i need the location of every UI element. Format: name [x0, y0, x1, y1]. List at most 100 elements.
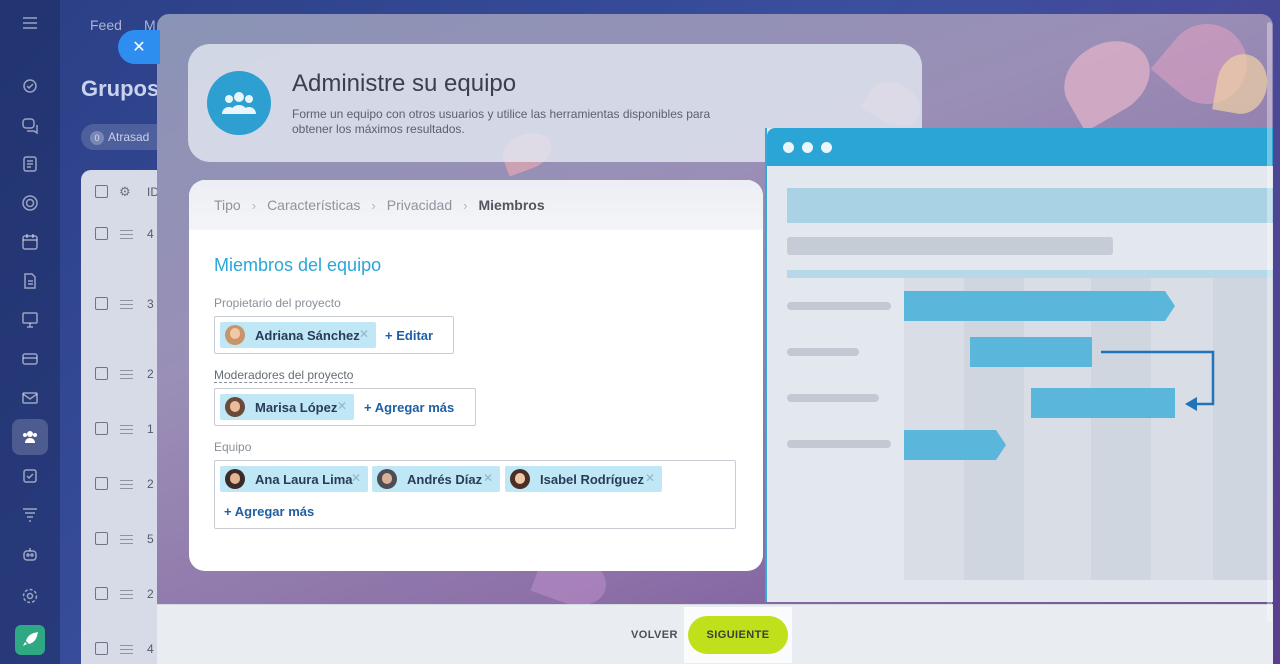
wizard-card: Tipo › Características › Privacidad › Mi…: [189, 180, 763, 571]
back-button[interactable]: VOLVER: [631, 629, 678, 641]
header-description: Forme un equipo con otros usuarios y uti…: [292, 107, 711, 136]
member-name: Isabel Rodríguez: [540, 471, 645, 487]
row-checkbox[interactable]: [95, 642, 108, 655]
next-button-highlight: SIGUIENTE: [684, 607, 792, 663]
hamburger-icon[interactable]: [120, 370, 133, 379]
row-checkbox[interactable]: [95, 422, 108, 435]
row-checkbox[interactable]: [95, 367, 108, 380]
settings-gear-icon[interactable]: [12, 578, 48, 614]
close-slider-button[interactable]: ✕: [118, 30, 160, 64]
hamburger-icon[interactable]: [120, 590, 133, 599]
team-label: Equipo: [214, 440, 252, 454]
illustration-mockup: [765, 128, 1273, 602]
header-title: Administre su equipo: [292, 70, 517, 97]
member-name: Andrés Díaz: [407, 471, 483, 487]
member-name: Ana Laura Lima: [255, 471, 353, 487]
moderators-field[interactable]: Marisa López ✕ + Agregar más: [214, 388, 476, 426]
member-tag[interactable]: Isabel Rodríguez ✕: [505, 466, 662, 492]
hamburger-icon[interactable]: [120, 300, 133, 309]
row-checkbox[interactable]: [95, 587, 108, 600]
avatar: [225, 325, 245, 345]
add-moderator-button[interactable]: + Agregar más: [364, 400, 454, 415]
overdue-label: Atrasad: [108, 130, 150, 144]
gear-icon[interactable]: ⚙: [119, 184, 131, 200]
row-id: 4: [147, 227, 154, 241]
breadcrumb-step-type[interactable]: Tipo: [214, 197, 241, 213]
funnel-icon[interactable]: [12, 497, 48, 533]
member-name: Marisa López: [255, 399, 338, 415]
owner-label: Propietario del proyecto: [214, 296, 341, 310]
row-id: 4: [147, 642, 154, 656]
avatar: [225, 397, 245, 417]
next-button[interactable]: SIGUIENTE: [688, 616, 788, 654]
add-moderator-label: Agregar más: [374, 400, 455, 415]
row-id: 2: [147, 367, 154, 381]
chat-icon[interactable]: [12, 107, 48, 143]
calendar-icon[interactable]: [12, 224, 48, 260]
remove-member-icon[interactable]: ✕: [359, 327, 369, 341]
select-all-checkbox[interactable]: [95, 185, 108, 198]
target-icon[interactable]: [12, 185, 48, 221]
card-icon[interactable]: [12, 341, 48, 377]
flower-petal-decoration: [1050, 26, 1164, 132]
presentation-icon[interactable]: [12, 302, 48, 338]
edit-owner-label: Editar: [396, 328, 434, 343]
row-id: 5: [147, 532, 154, 546]
row-id: 2: [147, 587, 154, 601]
row-checkbox[interactable]: [95, 532, 108, 545]
breadcrumb-step-members: Miembros: [478, 197, 545, 213]
top-tab-feed[interactable]: Feed: [90, 17, 122, 33]
team-field[interactable]: Ana Laura Lima ✕ Andrés Díaz ✕ Isabel Ro…: [214, 460, 736, 529]
wizard-breadcrumb: Tipo › Características › Privacidad › Mi…: [189, 180, 763, 230]
menu-icon[interactable]: [12, 5, 48, 41]
owner-field[interactable]: Adriana Sánchez ✕ + Editar: [214, 316, 454, 354]
feed-icon[interactable]: [12, 68, 48, 104]
remove-member-icon[interactable]: ✕: [351, 471, 361, 485]
hamburger-icon[interactable]: [120, 425, 133, 434]
breadcrumb-step-privacy[interactable]: Privacidad: [387, 197, 452, 213]
member-name: Adriana Sánchez: [255, 327, 360, 343]
hamburger-icon[interactable]: [120, 535, 133, 544]
left-nav-rail: [0, 0, 60, 664]
section-title: Miembros del equipo: [214, 255, 382, 275]
moderators-label[interactable]: Moderadores del proyecto: [214, 368, 354, 383]
create-group-slider: Administre su equipo Forme un equipo con…: [157, 14, 1273, 664]
breadcrumb-step-features[interactable]: Características: [267, 197, 360, 213]
member-tag[interactable]: Marisa López ✕: [220, 394, 354, 420]
hamburger-icon[interactable]: [120, 645, 133, 654]
checkbox-icon[interactable]: [12, 458, 48, 494]
gantt-bars: [904, 291, 1215, 460]
add-team-member-label: Agregar más: [234, 504, 315, 519]
tasks-icon[interactable]: [12, 146, 48, 182]
rocket-icon[interactable]: [15, 625, 45, 655]
remove-member-icon[interactable]: ✕: [483, 471, 493, 485]
hamburger-icon[interactable]: [120, 230, 133, 239]
document-icon[interactable]: [12, 263, 48, 299]
avatar: [225, 469, 245, 489]
row-checkbox[interactable]: [95, 477, 108, 490]
row-id: 2: [147, 477, 154, 491]
chevron-right-icon: ›: [463, 197, 468, 213]
wizard-footer: VOLVER SIGUIENTE: [157, 604, 1273, 664]
scrollbar[interactable]: [1267, 22, 1272, 622]
member-tag[interactable]: Ana Laura Lima ✕: [220, 466, 368, 492]
add-team-member-button[interactable]: + Agregar más: [224, 504, 314, 519]
mail-icon[interactable]: [12, 380, 48, 416]
row-id: 1: [147, 422, 154, 436]
member-tag[interactable]: Adriana Sánchez ✕: [220, 322, 376, 348]
row-checkbox[interactable]: [95, 297, 108, 310]
avatar: [510, 469, 530, 489]
chevron-right-icon: ›: [371, 197, 376, 213]
row-id: 3: [147, 297, 154, 311]
team-icon: [207, 71, 271, 135]
robot-icon[interactable]: [12, 536, 48, 572]
remove-member-icon[interactable]: ✕: [337, 399, 347, 413]
member-tag[interactable]: Andrés Díaz ✕: [372, 466, 500, 492]
hamburger-icon[interactable]: [120, 480, 133, 489]
edit-owner-button[interactable]: + Editar: [385, 328, 433, 343]
groups-icon[interactable]: [12, 419, 48, 455]
remove-member-icon[interactable]: ✕: [645, 471, 655, 485]
row-checkbox[interactable]: [95, 227, 108, 240]
background-page-title: Grupos: [81, 76, 160, 101]
overdue-count: 0: [90, 131, 104, 145]
